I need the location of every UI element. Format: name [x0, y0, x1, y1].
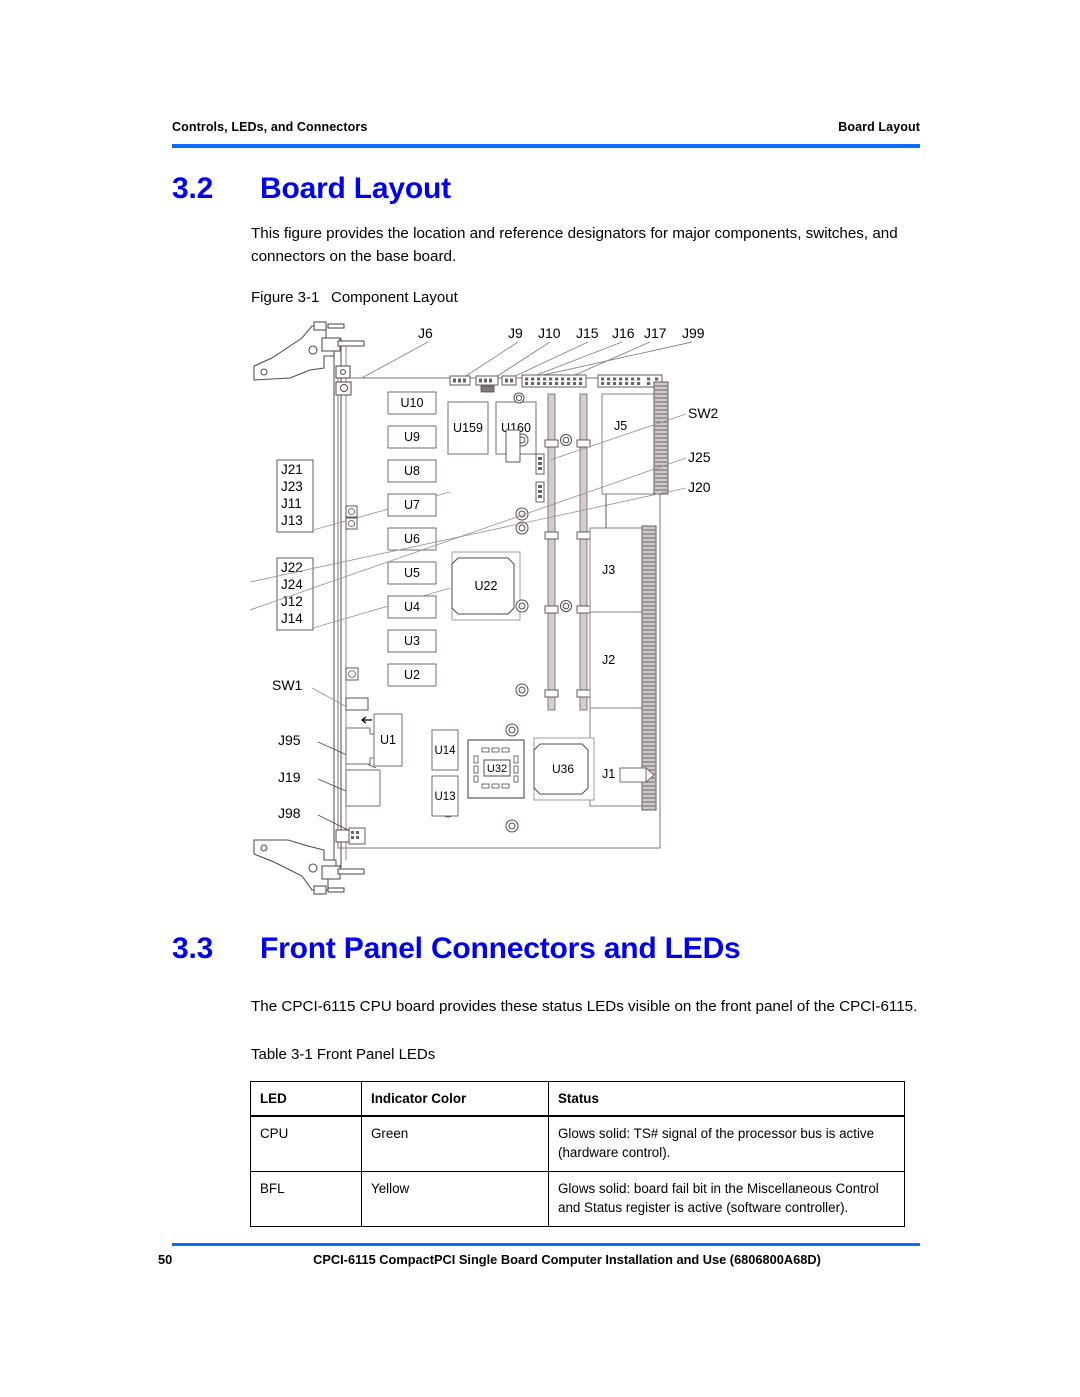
- figure-label-j10: J10: [538, 325, 561, 341]
- chip-u9: U9: [404, 430, 420, 444]
- section-heading-3-3: 3.3 Front Panel Connectors and LEDs: [172, 932, 932, 966]
- figure-label-sw1: SW1: [272, 677, 303, 693]
- chip-u36: U36: [552, 762, 574, 776]
- figure-label-j98: J98: [278, 805, 301, 821]
- component-layout-figure: J21 J23 J11 J13 J22 J24 J12 J14 SW1 J95 …: [250, 320, 760, 900]
- figure-label-j6: J6: [418, 325, 433, 341]
- footer-rule: [172, 1243, 920, 1246]
- figure-label-j20: J20: [688, 479, 711, 495]
- figure-label-j1: J1: [602, 767, 615, 781]
- figure-label-j16: J16: [612, 325, 635, 341]
- figure-label-j9: J9: [508, 325, 523, 341]
- section-3-2-body: This figure provides the location and re…: [251, 225, 898, 265]
- figure-top-labels: J6 J9 J10 J15 J16 J17 J99: [418, 325, 705, 341]
- table-header-row: LED Indicator Color Status: [250, 1081, 905, 1117]
- column-header-indicator-color: Indicator Color: [361, 1081, 549, 1117]
- chip-u32: U32: [487, 763, 507, 775]
- section-3-3-body: The CPCI-6115 CPU board provides these s…: [251, 998, 918, 1015]
- section-number: 3.3: [172, 932, 214, 965]
- table-row: CPU Green Glows solid: TS# signal of the…: [250, 1115, 905, 1172]
- figure-caption-text: Component Layout: [331, 289, 458, 306]
- running-header-left: Controls, LEDs, and Connectors: [172, 120, 368, 134]
- chip-u1: U1: [380, 733, 396, 747]
- running-header: Controls, LEDs, and Connectors Board Lay…: [172, 120, 920, 134]
- footer-title: CPCI-6115 CompactPCI Single Board Comput…: [313, 1252, 821, 1267]
- chip-u22: U22: [475, 579, 498, 593]
- figure-label-j15: J15: [576, 325, 599, 341]
- figure-label-j2: J2: [602, 653, 615, 667]
- chip-u14: U14: [434, 745, 456, 757]
- figure-label-j5: J5: [614, 419, 627, 433]
- chip-u8: U8: [404, 464, 420, 478]
- section-title: Front Panel Connectors and LEDs: [260, 932, 741, 965]
- figure-label-j3: J3: [602, 563, 615, 577]
- board-drawing: J21 J23 J11 J13 J22 J24 J12 J14 SW1 J95 …: [250, 321, 719, 895]
- figure-label-j14: J14: [281, 611, 303, 626]
- figure-label-j19: J19: [278, 769, 301, 785]
- backplane-connectors: J3 J2 J1: [589, 494, 657, 811]
- cell-status: Glows solid: board fail bit in the Misce…: [548, 1171, 905, 1227]
- chip-u4: U4: [404, 600, 420, 614]
- chip-u6: U6: [404, 532, 420, 546]
- figure-label-j25: J25: [688, 449, 711, 465]
- figure-label-j17: J17: [644, 325, 667, 341]
- figure-label-j23: J23: [281, 479, 303, 494]
- column-header-status: Status: [548, 1081, 905, 1117]
- section-number: 3.2: [172, 172, 214, 205]
- figure-caption: Figure 3-1 Component Layout: [251, 289, 458, 306]
- figure-label-j13: J13: [281, 513, 303, 528]
- bottom-panel-bracket: [335, 829, 351, 843]
- table-caption: Table 3-1 Front Panel LEDs: [251, 1046, 436, 1063]
- cell-led: CPU: [250, 1115, 362, 1172]
- cell-led: BFL: [250, 1171, 362, 1227]
- figure-label-j11: J11: [281, 496, 302, 511]
- header-rule: [172, 144, 920, 148]
- chip-u5: U5: [404, 566, 420, 580]
- figure-label-j24: J24: [281, 577, 303, 592]
- chip-u22-group: U22: [451, 551, 521, 621]
- section-title: Board Layout: [260, 172, 451, 205]
- figure-label-sw2: SW2: [688, 405, 719, 421]
- column-header-led: LED: [250, 1081, 362, 1117]
- chip-u13: U13: [434, 791, 455, 803]
- section-heading-3-2: 3.2 Board Layout: [172, 172, 932, 206]
- cell-indicator-color: Green: [361, 1115, 549, 1172]
- chip-column: U10 U9 U8 U7 U6 U5 U4 U3 U2: [387, 391, 437, 687]
- table-row: BFL Yellow Glows solid: board fail bit i…: [250, 1171, 905, 1227]
- figure-label-j12: J12: [281, 594, 303, 609]
- chip-u2: U2: [404, 668, 420, 682]
- chip-u3: U3: [404, 634, 420, 648]
- chip-u7: U7: [404, 498, 420, 512]
- figure-caption-label: Figure 3-1: [251, 289, 320, 306]
- figure-label-j21: J21: [281, 462, 303, 477]
- running-header-right: Board Layout: [838, 120, 920, 134]
- document-page: Controls, LEDs, and Connectors Board Lay…: [0, 0, 1080, 1397]
- figure-label-j95: J95: [278, 732, 301, 748]
- chip-u10: U10: [401, 396, 424, 410]
- edge-pin-strip-top: [653, 381, 669, 495]
- cell-status: Glows solid: TS# signal of the processor…: [548, 1115, 905, 1172]
- chip-u159: U159: [453, 421, 483, 435]
- connector-j5: J5: [601, 393, 659, 495]
- cell-indicator-color: Yellow: [361, 1171, 549, 1227]
- figure-label-j99: J99: [682, 325, 705, 341]
- front-panel-led-table: LED Indicator Color Status CPU Green Glo…: [250, 1081, 905, 1227]
